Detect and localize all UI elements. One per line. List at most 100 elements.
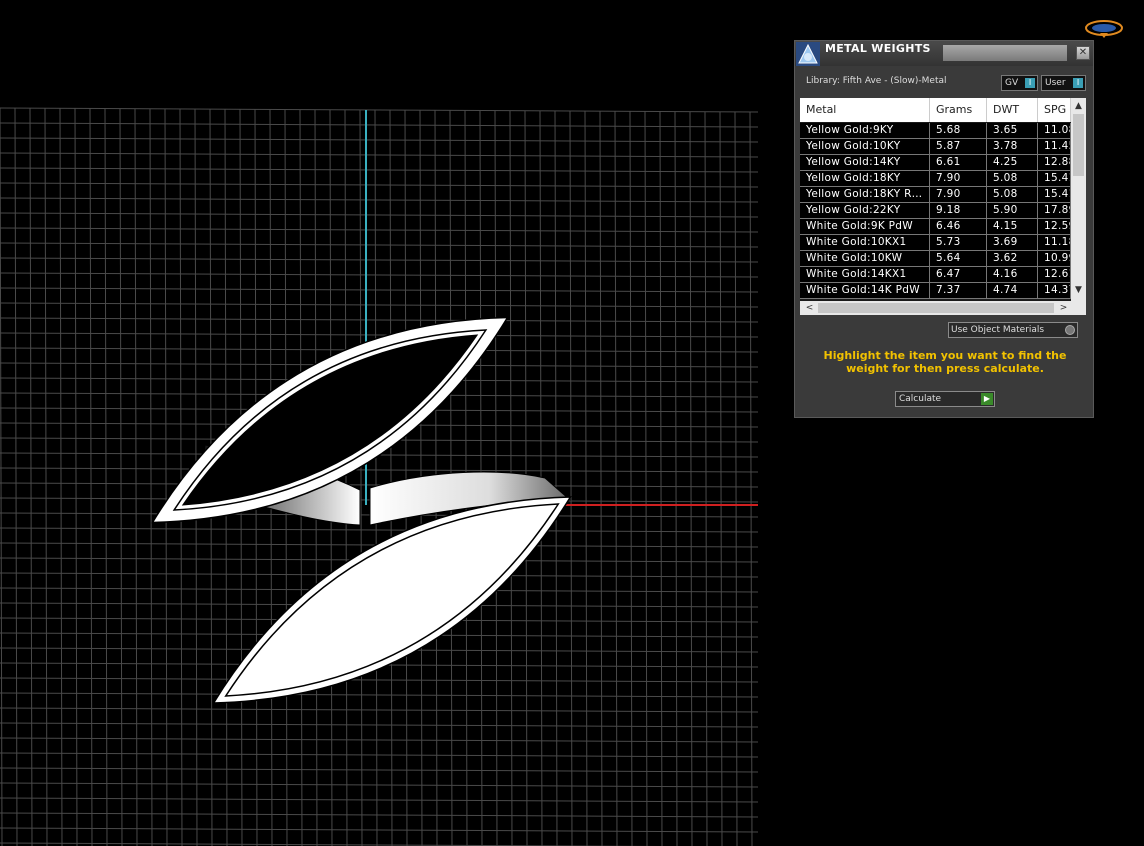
cell-dwt: 4.16 bbox=[987, 267, 1038, 282]
close-button[interactable]: ✕ bbox=[1076, 46, 1090, 60]
horizontal-scrollbar[interactable]: < > bbox=[800, 301, 1086, 315]
cell-metal: White Gold:14KX1 bbox=[800, 267, 930, 282]
column-header-metal[interactable]: Metal bbox=[800, 98, 930, 122]
column-header-dwt[interactable]: DWT bbox=[987, 98, 1038, 122]
grid-line bbox=[374, 109, 378, 846]
table-row[interactable]: White Gold:14K PdW7.374.7414.37 bbox=[800, 283, 1071, 299]
grid-line bbox=[0, 182, 759, 188]
vertical-scrollbar[interactable]: ▲ ▼ bbox=[1071, 98, 1086, 301]
scroll-down-icon[interactable]: ▼ bbox=[1071, 284, 1086, 296]
cell-dwt: 4.25 bbox=[987, 155, 1038, 170]
user-toggle[interactable]: User I bbox=[1041, 75, 1086, 91]
grid-line bbox=[74, 108, 78, 846]
toggle-knob-icon: I bbox=[1025, 78, 1035, 88]
grid-line bbox=[0, 767, 759, 773]
gv-toggle[interactable]: GV I bbox=[1001, 75, 1038, 91]
grid-line bbox=[659, 111, 663, 846]
table-row[interactable]: Yellow Gold:22KY9.185.9017.89 bbox=[800, 203, 1071, 219]
logo-icon bbox=[1085, 20, 1123, 38]
table-row[interactable]: Yellow Gold:18KY R…7.905.0815.41 bbox=[800, 187, 1071, 203]
grid-line bbox=[0, 227, 759, 233]
grid-line bbox=[0, 782, 759, 788]
cell-dwt: 5.08 bbox=[987, 187, 1038, 202]
grid-line bbox=[0, 737, 759, 743]
cell-dwt: 5.90 bbox=[987, 203, 1038, 218]
grid-line bbox=[0, 812, 759, 818]
table-row[interactable]: Yellow Gold:10KY5.873.7811.45 bbox=[800, 139, 1071, 155]
cell-metal: Yellow Gold:9KY bbox=[800, 123, 930, 138]
cell-spg: 11.08 bbox=[1038, 123, 1071, 138]
cell-spg: 15.41 bbox=[1038, 187, 1071, 202]
grid-line bbox=[599, 111, 603, 846]
play-icon: ▶ bbox=[981, 393, 993, 405]
column-header-spg[interactable]: SPG bbox=[1038, 98, 1071, 122]
grid-line bbox=[719, 111, 723, 846]
scroll-left-icon[interactable]: < bbox=[802, 302, 817, 314]
cell-metal: Yellow Gold:14KY bbox=[800, 155, 930, 170]
gv-label: GV bbox=[1005, 78, 1019, 88]
cell-spg: 11.18 bbox=[1038, 235, 1071, 250]
table-row[interactable]: White Gold:10KX15.733.6911.18 bbox=[800, 235, 1071, 251]
grid-line bbox=[404, 110, 408, 846]
grid-line bbox=[59, 108, 63, 846]
use-object-materials-dropdown[interactable]: Use Object Materials bbox=[948, 322, 1078, 338]
horizontal-scroll-thumb[interactable] bbox=[818, 303, 1054, 313]
panel-header[interactable]: METAL WEIGHTS ✕ bbox=[795, 41, 1093, 66]
grid-line bbox=[0, 797, 759, 803]
table-row[interactable]: White Gold:9K PdW6.464.1512.59 bbox=[800, 219, 1071, 235]
dropdown-toggle-icon bbox=[1065, 325, 1075, 335]
grid-line bbox=[644, 111, 648, 846]
table-row[interactable]: Yellow Gold:18KY7.905.0815.41 bbox=[800, 171, 1071, 187]
instruction-text: Highlight the item you want to find the … bbox=[823, 349, 1067, 375]
grid-line bbox=[0, 272, 759, 278]
grid-line bbox=[0, 137, 759, 143]
cell-dwt: 3.65 bbox=[987, 123, 1038, 138]
grid-line bbox=[119, 108, 123, 846]
toggle-knob-icon: I bbox=[1073, 78, 1083, 88]
grid-line bbox=[0, 752, 759, 758]
grid-line bbox=[359, 109, 363, 846]
column-header-grams[interactable]: Grams bbox=[930, 98, 987, 122]
vertical-scroll-thumb[interactable] bbox=[1073, 114, 1084, 176]
grid-line bbox=[44, 108, 48, 846]
cell-grams: 6.61 bbox=[930, 155, 987, 170]
cell-dwt: 5.08 bbox=[987, 171, 1038, 186]
cell-metal: Yellow Gold:22KY bbox=[800, 203, 930, 218]
panel-title: METAL WEIGHTS bbox=[825, 42, 931, 55]
calculate-button[interactable]: Calculate ▶ bbox=[895, 391, 995, 407]
grid-line bbox=[584, 111, 588, 846]
scroll-up-icon[interactable]: ▲ bbox=[1071, 100, 1086, 112]
cell-spg: 12.59 bbox=[1038, 219, 1071, 234]
cell-metal: White Gold:14K PdW bbox=[800, 283, 930, 298]
grid-line bbox=[689, 111, 693, 846]
grid-line bbox=[704, 111, 708, 846]
cell-grams: 7.90 bbox=[930, 171, 987, 186]
scroll-right-icon[interactable]: > bbox=[1056, 302, 1071, 314]
table-row[interactable]: Yellow Gold:9KY5.683.6511.08 bbox=[800, 123, 1071, 139]
grid-line bbox=[554, 110, 558, 846]
cell-metal: White Gold:9K PdW bbox=[800, 219, 930, 234]
grid-line bbox=[0, 212, 759, 218]
cell-spg: 10.99 bbox=[1038, 251, 1071, 266]
cell-spg: 17.89 bbox=[1038, 203, 1071, 218]
grid-line bbox=[569, 111, 573, 846]
grid-line bbox=[89, 108, 93, 846]
dropdown-label: Use Object Materials bbox=[951, 325, 1045, 335]
cell-metal: White Gold:10KX1 bbox=[800, 235, 930, 250]
grid-line bbox=[614, 111, 618, 846]
grid-line bbox=[734, 111, 738, 846]
metal-table[interactable]: Metal Grams DWT SPG Yellow Gold:9KY 5.68 3… bbox=[800, 98, 1086, 315]
table-row[interactable]: White Gold:14KX16.474.1612.61 bbox=[800, 267, 1071, 283]
grid-line bbox=[344, 109, 348, 846]
grid-line bbox=[0, 677, 759, 683]
grid-line bbox=[0, 197, 759, 203]
grid-line bbox=[0, 302, 759, 308]
grid-line bbox=[29, 108, 33, 846]
cell-dwt: 4.74 bbox=[987, 283, 1038, 298]
table-row[interactable]: Yellow Gold:14KY6.614.2512.88 bbox=[800, 155, 1071, 171]
table-row[interactable]: White Gold:10KW5.643.6210.99 bbox=[800, 251, 1071, 267]
cell-grams: 9.18 bbox=[930, 203, 987, 218]
cell-grams: 5.64 bbox=[930, 251, 987, 266]
grid-line bbox=[0, 287, 759, 293]
cell-spg: 12.88 bbox=[1038, 155, 1071, 170]
